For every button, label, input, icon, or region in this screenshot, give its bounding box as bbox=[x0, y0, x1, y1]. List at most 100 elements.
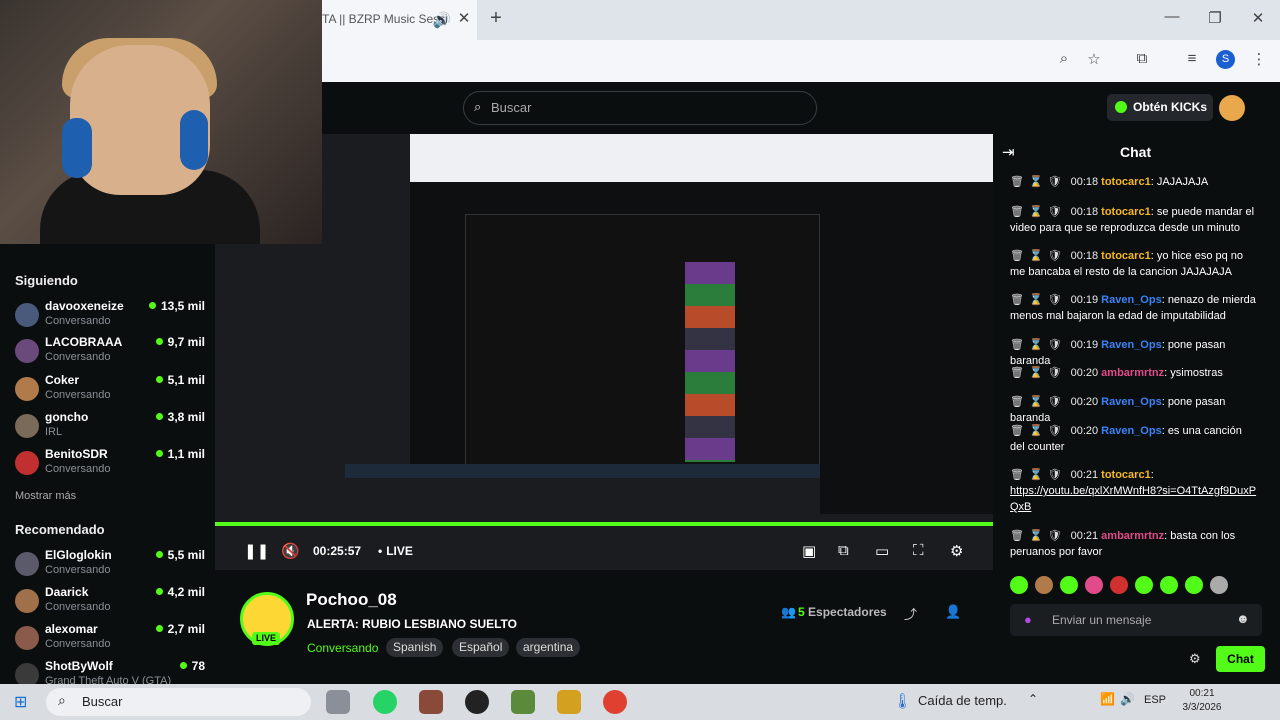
video-progress-bar[interactable] bbox=[215, 522, 993, 526]
bookmark-star-icon[interactable]: ☆ bbox=[1082, 50, 1106, 68]
zoom-icon[interactable]: ⌕ bbox=[1052, 50, 1076, 67]
sidebar-channel-coker[interactable]: Coker Conversando 5,1 mil bbox=[15, 373, 205, 407]
chat-username[interactable]: Raven_Ops bbox=[1101, 396, 1162, 408]
collapse-chat-icon[interactable]: ⇥ bbox=[1002, 143, 1015, 161]
avatar bbox=[15, 663, 39, 684]
sidebar-channel-lacobraaa[interactable]: LACOBRAAA Conversando 9,7 mil bbox=[15, 335, 205, 369]
clock[interactable]: 00:21 3/3/2026 bbox=[1182, 687, 1222, 715]
follow-user-icon[interactable]: 👤 bbox=[945, 604, 961, 620]
viewer-count: 13,5 mil bbox=[149, 299, 205, 313]
chat-timestamp: 00:20 bbox=[1070, 425, 1099, 437]
weather-text[interactable]: Caída de temp. bbox=[918, 693, 1007, 708]
task-view-icon[interactable] bbox=[326, 690, 350, 714]
show-more-link[interactable]: Mostrar más bbox=[15, 490, 76, 502]
emote[interactable] bbox=[1060, 576, 1078, 594]
chat-message: 🗑⌛🛡 00:21 totocarc1: https://youtu.be/qxlXr… bbox=[1010, 467, 1258, 515]
settings-gear-icon[interactable]: ⚙ bbox=[950, 542, 963, 560]
chat-username[interactable]: Raven_Ops bbox=[1101, 425, 1162, 437]
pause-icon[interactable]: ❚❚ bbox=[244, 542, 269, 560]
sidebar-channel-davooxeneize[interactable]: davooxeneize Conversando 13,5 mil bbox=[15, 299, 205, 333]
chat-timestamp: 00:18 bbox=[1070, 250, 1099, 262]
new-tab-icon[interactable]: + bbox=[484, 7, 508, 30]
channel-category: IRL bbox=[45, 426, 63, 438]
chat-input-placeholder: Enviar un mensaje bbox=[1052, 613, 1152, 627]
sidebar-channel-benitosdr[interactable]: BenitoSDR Conversando 1,1 mil bbox=[15, 447, 205, 481]
chat-username[interactable]: totocarc1 bbox=[1101, 469, 1151, 481]
chat-send-button[interactable]: Chat bbox=[1216, 646, 1265, 672]
extensions-icon[interactable]: ⧉ bbox=[1130, 50, 1154, 67]
chat-link[interactable]: https://youtu.be/qxlXrMWnfH8?si=O4TtAzgf… bbox=[1010, 485, 1256, 513]
chat-username[interactable]: totocarc1 bbox=[1101, 250, 1151, 262]
app-icon[interactable] bbox=[465, 690, 489, 714]
profile-avatar-icon[interactable]: S bbox=[1216, 50, 1235, 69]
microphone-icon[interactable]: ● bbox=[1024, 612, 1032, 627]
emoji-picker-icon[interactable]: ☻ bbox=[1236, 611, 1250, 626]
close-window-icon[interactable]: ✕ bbox=[1246, 9, 1270, 27]
chat-username[interactable]: totocarc1 bbox=[1101, 176, 1151, 188]
chat-message: 🗑⌛🛡 00:18 totocarc1: JAJAJAJA bbox=[1010, 174, 1258, 190]
stream-category-link[interactable]: Conversando bbox=[307, 641, 378, 655]
minecraft-icon[interactable] bbox=[511, 690, 535, 714]
tag-spanish[interactable]: Spanish bbox=[386, 638, 444, 657]
sidebar-channel-alexomar[interactable]: alexomar Conversando 2,7 mil bbox=[15, 622, 205, 656]
maximize-icon[interactable]: ❐ bbox=[1203, 9, 1227, 27]
share-icon[interactable]: ⤴ bbox=[904, 604, 917, 623]
tray-overflow-icon[interactable]: ⌃ bbox=[1028, 692, 1038, 706]
whatsapp-icon[interactable] bbox=[373, 690, 397, 714]
input-language[interactable]: ESP bbox=[1144, 694, 1166, 706]
sidebar-channel-elgloglokin[interactable]: ElGloglokin Conversando 5,5 mil bbox=[15, 548, 205, 582]
fullscreen-icon[interactable]: ⛶ bbox=[913, 542, 924, 559]
tag-espanol[interactable]: Español bbox=[452, 638, 510, 657]
viewers-icon: 👥 bbox=[781, 605, 796, 619]
emote[interactable] bbox=[1085, 576, 1103, 594]
chat-timestamp: 00:21 bbox=[1070, 469, 1099, 481]
tag-argentina[interactable]: argentina bbox=[516, 638, 581, 657]
chat-settings-icon[interactable]: ⚙ bbox=[1189, 651, 1201, 667]
tab-audio-icon[interactable]: 🔊 bbox=[430, 11, 454, 29]
emote[interactable] bbox=[1160, 576, 1178, 594]
chat-username[interactable]: ambarmrtnz bbox=[1101, 367, 1164, 379]
app-icon[interactable] bbox=[557, 690, 581, 714]
emote[interactable] bbox=[1035, 576, 1053, 594]
streamer-name[interactable]: Pochoo_08 bbox=[306, 590, 397, 610]
chat-timestamp: 00:21 bbox=[1070, 530, 1099, 542]
chat-timestamp: 00:18 bbox=[1070, 176, 1099, 188]
viewers-number: 5 bbox=[798, 605, 805, 619]
minimize-icon[interactable]: — bbox=[1160, 8, 1184, 25]
chat-username[interactable]: Raven_Ops bbox=[1101, 339, 1162, 351]
windows-start-icon[interactable]: ⊞ bbox=[14, 692, 27, 712]
chat-username[interactable]: totocarc1 bbox=[1101, 206, 1151, 218]
chat-text: : ysimostras bbox=[1164, 367, 1223, 379]
channel-category: Conversando bbox=[45, 389, 111, 401]
chrome-icon[interactable] bbox=[603, 690, 627, 714]
emote[interactable] bbox=[1110, 576, 1128, 594]
channel-category: Conversando bbox=[45, 638, 111, 650]
video-player[interactable] bbox=[215, 134, 993, 570]
badge-icons: 🗑⌛🛡 bbox=[1010, 530, 1067, 542]
avatar bbox=[15, 552, 39, 576]
user-avatar[interactable] bbox=[1219, 95, 1245, 121]
tab-close-icon[interactable]: ✕ bbox=[452, 9, 476, 27]
emote-bar[interactable] bbox=[1010, 576, 1262, 598]
sidebar-channel-shotbywolf[interactable]: ShotByWolf Grand Theft Auto V (GTA) 78 bbox=[15, 659, 205, 684]
live-badge: LIVE bbox=[252, 632, 280, 645]
mute-icon[interactable]: 🔇 bbox=[281, 542, 300, 560]
badge-icons: 🗑⌛🛡 bbox=[1010, 396, 1067, 408]
chat-username[interactable]: ambarmrtnz bbox=[1101, 530, 1164, 542]
viewer-count: 1,1 mil bbox=[156, 447, 205, 461]
network-icon[interactable]: 📶 bbox=[1100, 692, 1115, 706]
game-app-icon[interactable] bbox=[419, 690, 443, 714]
browser-menu-icon[interactable]: ⋮ bbox=[1247, 50, 1271, 68]
media-control-icon[interactable]: ≡ bbox=[1180, 50, 1204, 67]
chat-username[interactable]: Raven_Ops bbox=[1101, 294, 1162, 306]
sidebar-channel-goncho[interactable]: goncho IRL 3,8 mil bbox=[15, 410, 205, 444]
emote[interactable] bbox=[1185, 576, 1203, 594]
emote[interactable] bbox=[1135, 576, 1153, 594]
volume-icon[interactable]: 🔊 bbox=[1120, 692, 1135, 706]
clip-icon[interactable]: ▣ bbox=[802, 542, 816, 560]
emote[interactable] bbox=[1010, 576, 1028, 594]
theater-mode-icon[interactable]: ▭ bbox=[875, 542, 889, 560]
pip-icon[interactable]: ⧉ bbox=[838, 542, 849, 559]
emote[interactable] bbox=[1210, 576, 1228, 594]
sidebar-channel-daarick[interactable]: Daarick Conversando 4,2 mil bbox=[15, 585, 205, 619]
